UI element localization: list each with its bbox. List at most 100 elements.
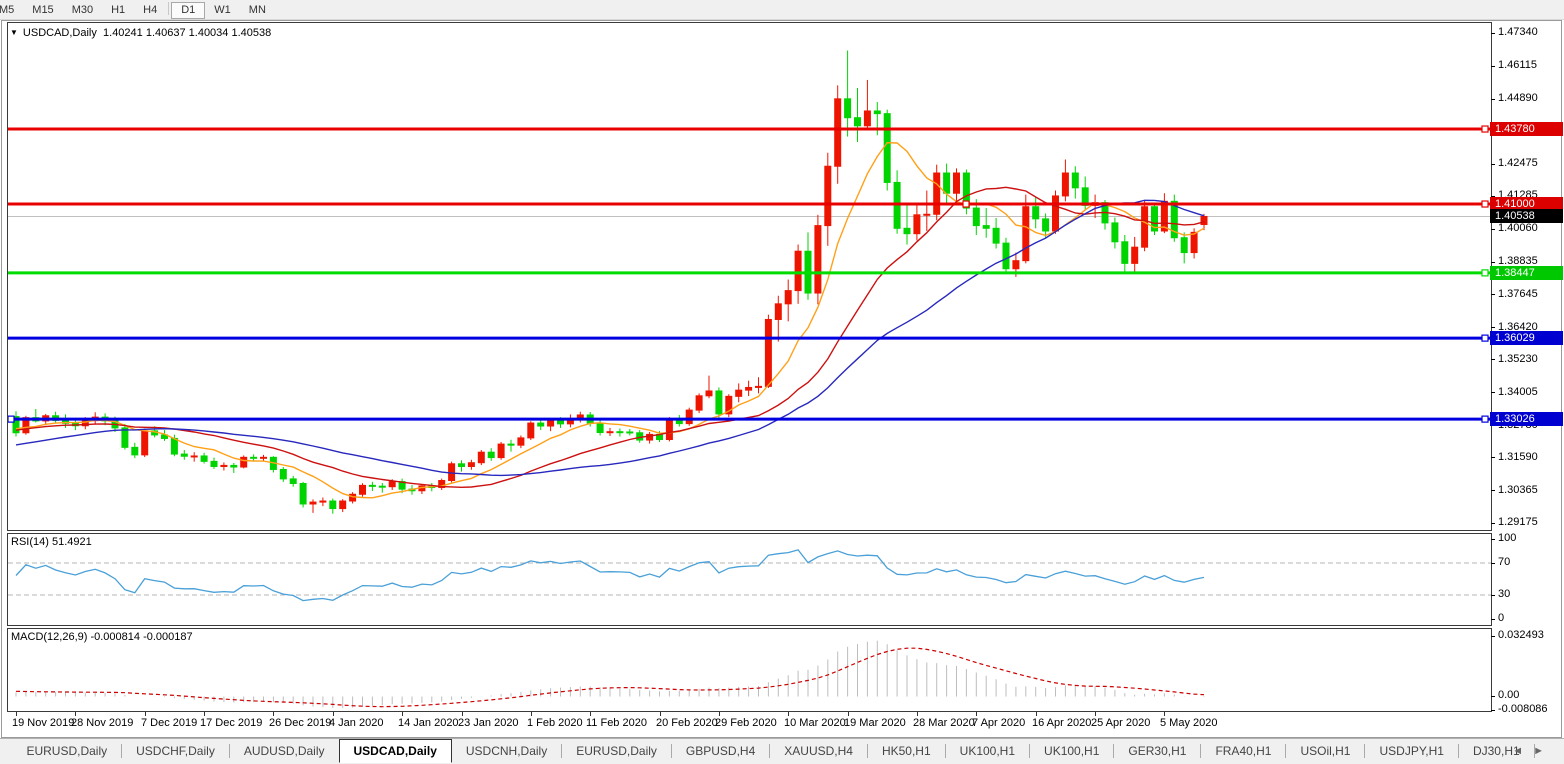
candle-body [548, 421, 554, 426]
tab-xauusd-h4[interactable]: XAUUSD,H4 [770, 739, 867, 762]
candle-body [666, 419, 672, 440]
macd-chart[interactable] [8, 629, 1491, 711]
candle-body [716, 391, 722, 414]
price-tag-1.36029: 1.36029 [1490, 331, 1563, 345]
candle-body [221, 465, 227, 466]
tab-scroll-right-icon[interactable]: ► [1533, 745, 1554, 757]
date-tick-label: 23 Jan 2020 [458, 717, 519, 729]
timeframe-button-m5[interactable]: M5 [0, 2, 23, 19]
candle-body [686, 410, 692, 423]
date-tick [660, 712, 661, 716]
price-tick-label: 1.29175 [1498, 516, 1538, 528]
candle-body [558, 421, 564, 424]
candle-body [597, 423, 603, 432]
tab-scroll-arrows[interactable]: ◄► [1512, 745, 1554, 757]
line-handle[interactable] [963, 201, 969, 207]
candle-body [449, 464, 455, 481]
candlestick-chart[interactable] [8, 23, 1491, 530]
timeframe-button-m30[interactable]: M30 [63, 2, 102, 19]
tab-fra40-h1[interactable]: FRA40,H1 [1201, 739, 1285, 762]
timeframe-button-h1[interactable]: H1 [102, 2, 134, 19]
candle-body [696, 396, 702, 410]
timeframe-button-w1[interactable]: W1 [205, 2, 240, 19]
candle-body [934, 173, 940, 214]
tab-ger30-h1[interactable]: GER30,H1 [1114, 739, 1200, 762]
candle-body [815, 226, 821, 293]
candle-body [864, 111, 870, 126]
price-tick-label: 1.35230 [1498, 353, 1538, 365]
tab-usdjpy-h1[interactable]: USDJPY,H1 [1365, 739, 1457, 762]
line-handle[interactable] [1482, 416, 1488, 422]
date-tick [590, 712, 591, 716]
timeframe-button-m15[interactable]: M15 [23, 2, 62, 19]
tab-usdcad-daily[interactable]: USDCAD,Daily [339, 739, 452, 763]
candle-body [1112, 223, 1118, 242]
tab-hk50-h1[interactable]: HK50,H1 [868, 739, 945, 762]
line-handle[interactable] [1482, 335, 1488, 341]
candle-body [231, 465, 237, 467]
price-tick-label: 1.46115 [1498, 59, 1537, 71]
timeframe-button-h4[interactable]: H4 [134, 2, 166, 19]
tab-usdcnh-daily[interactable]: USDCNH,Daily [452, 739, 561, 762]
date-tick [16, 712, 17, 716]
chevron-down-icon[interactable]: ▼ [10, 28, 18, 37]
tab-scroll-left-icon[interactable]: ◄ [1512, 745, 1533, 757]
date-tick-label: 28 Mar 2020 [913, 717, 975, 729]
price-chart-pane[interactable] [7, 22, 1492, 531]
tab-gbpusd-h4[interactable]: GBPUSD,H4 [672, 739, 769, 762]
macd-indicator-pane[interactable] [7, 628, 1492, 712]
candle-body [340, 501, 346, 509]
date-tick-label: 19 Mar 2020 [844, 717, 906, 729]
date-tick [1164, 712, 1165, 716]
candle-body [142, 431, 148, 455]
tab-eurusd-daily[interactable]: EURUSD,Daily [12, 739, 121, 762]
candle-body [914, 215, 920, 234]
candle-body [478, 452, 484, 463]
rsi-scale-label: 100 [1498, 532, 1516, 544]
current-price-tag: 1.40538 [1490, 209, 1563, 223]
rsi-indicator-pane[interactable] [7, 533, 1492, 626]
price-tag-1.33026: 1.33026 [1490, 412, 1563, 426]
price-tick [1491, 164, 1495, 165]
tab-eurusd-daily[interactable]: EURUSD,Daily [562, 739, 671, 762]
candle-body [310, 502, 316, 504]
timeframe-button-mn[interactable]: MN [240, 2, 275, 19]
date-tick-label: 1 Feb 2020 [527, 717, 583, 729]
date-tick [1095, 712, 1096, 716]
candle-body [211, 461, 217, 466]
mt4-application-window: { "toolbar": { "timeframes": ["M5","M15"… [0, 0, 1564, 764]
price-tick [1491, 229, 1495, 230]
candle-body [369, 485, 375, 486]
candle-body [825, 166, 831, 225]
candle-body [775, 304, 781, 320]
rsi-scale-tick [1491, 619, 1495, 620]
candle-body [320, 501, 326, 502]
timeframe-button-d1[interactable]: D1 [171, 2, 205, 19]
candle-body [261, 457, 267, 458]
candle-body [855, 118, 861, 126]
line-handle[interactable] [8, 416, 14, 422]
price-tick [1491, 523, 1495, 524]
line-handle[interactable] [1482, 201, 1488, 207]
line-handle[interactable] [1482, 270, 1488, 276]
tab-uk100-h1[interactable]: UK100,H1 [946, 739, 1029, 762]
candle-body [617, 432, 623, 433]
line-handle[interactable] [1482, 126, 1488, 132]
rsi-label: RSI(14) 51.4921 [11, 536, 92, 548]
date-tick [145, 712, 146, 716]
tab-audusd-daily[interactable]: AUDUSD,Daily [230, 739, 339, 762]
date-tick [75, 712, 76, 716]
candle-body [795, 251, 801, 290]
rsi-chart[interactable] [8, 534, 1491, 625]
price-tick-label: 1.42475 [1498, 157, 1538, 169]
candle-body [290, 479, 296, 484]
tab-uk100-h1[interactable]: UK100,H1 [1030, 739, 1113, 762]
candle-body [488, 452, 494, 457]
candle-body [1062, 173, 1068, 196]
candle-body [518, 438, 524, 445]
candle-body [1033, 207, 1039, 219]
tab-usoil-h1[interactable]: USOil,H1 [1286, 739, 1364, 762]
rsi-scale-label: 70 [1498, 556, 1510, 568]
tab-usdchf-daily[interactable]: USDCHF,Daily [122, 739, 229, 762]
candle-body [181, 454, 187, 456]
